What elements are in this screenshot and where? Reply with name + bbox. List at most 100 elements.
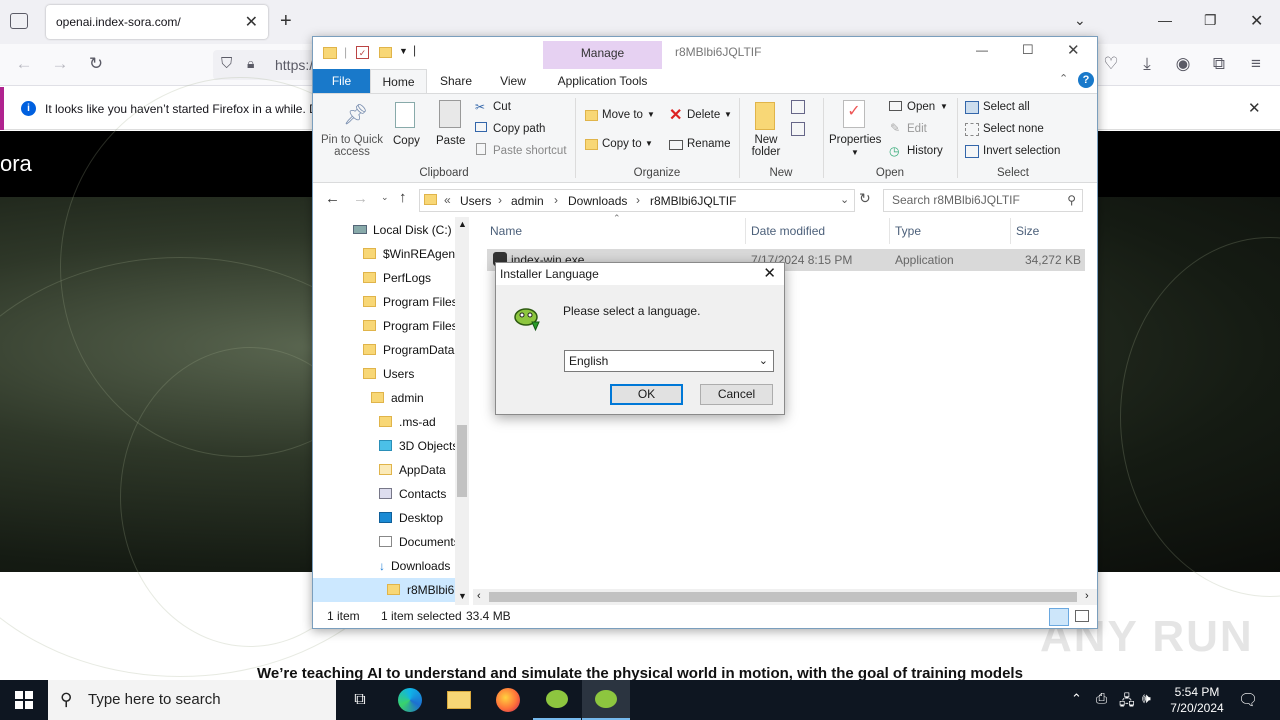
paste-button[interactable]: Paste <box>436 135 465 147</box>
history-button[interactable]: History <box>907 145 943 157</box>
column-type[interactable]: Type <box>895 224 921 238</box>
browser-tab[interactable]: openai.index-sora.com/ ✕ <box>46 5 268 39</box>
installer-dialog-taskbar-icon[interactable] <box>582 680 630 720</box>
shield-icon[interactable]: ⛉ <box>221 55 232 72</box>
cancel-button[interactable]: Cancel <box>700 384 773 405</box>
copy-button[interactable]: Copy <box>393 135 420 147</box>
nav-item-contacts[interactable]: Contacts <box>379 482 457 506</box>
restore-browser-icon[interactable]: ❐ <box>1204 12 1217 29</box>
nav-item-ms-ad[interactable]: .ms-ad <box>379 410 457 434</box>
overflow-icon[interactable]: « <box>444 193 451 207</box>
properties-button[interactable]: Properties <box>829 134 881 146</box>
new-item-icon[interactable] <box>791 100 805 114</box>
delete-button[interactable]: Delete <box>687 109 720 121</box>
extensions-icon[interactable]: ⧉ <box>1208 54 1230 74</box>
search-input[interactable]: Search r8MBlbi6JQLTIF ⚲ <box>883 189 1083 212</box>
column-divider[interactable] <box>745 218 746 244</box>
properties-qat-icon[interactable]: ✓ <box>356 46 369 59</box>
select-none-button[interactable]: Select none <box>983 123 1044 135</box>
breadcrumb-users[interactable]: Users <box>460 194 491 208</box>
account-icon[interactable]: ◉ <box>1172 54 1194 74</box>
nav-item-program-files[interactable]: Program Files <box>363 290 457 314</box>
column-date[interactable]: Date modified <box>751 224 825 238</box>
new-tab-button[interactable]: + <box>280 10 292 33</box>
back-icon[interactable]: ← <box>325 190 340 207</box>
h-scroll-thumb[interactable] <box>489 592 1077 602</box>
rename-button[interactable]: Rename <box>687 138 730 150</box>
nav-scrollbar[interactable]: ▲ ▼ <box>455 217 469 605</box>
collapse-ribbon-icon[interactable]: ⌃ <box>1059 72 1068 85</box>
new-folder-button[interactable]: New folder <box>749 134 783 158</box>
search-icon[interactable]: ⚲ <box>1067 190 1076 211</box>
volume-icon[interactable]: 🕪 <box>1142 690 1151 707</box>
minimize-icon[interactable]: — <box>976 43 988 57</box>
lock-icon[interactable]: 🔒︎ <box>247 55 254 72</box>
nav-item-documents[interactable]: Documents <box>379 530 457 554</box>
move-to-button[interactable]: Move to <box>602 109 643 121</box>
maximize-icon[interactable]: ☐ <box>1022 42 1034 58</box>
downloads-icon[interactable]: ⤓ <box>1136 54 1158 74</box>
nav-item-desktop[interactable]: Desktop <box>379 506 457 530</box>
close-icon[interactable]: ✕ <box>1067 41 1080 59</box>
nav-item-downloads[interactable]: ↓ Downloads <box>379 554 457 578</box>
tab-list-icon[interactable] <box>10 13 28 29</box>
menu-icon[interactable]: ≡ <box>1245 54 1267 74</box>
installer-taskbar-icon[interactable] <box>533 680 581 720</box>
file-explorer-icon[interactable] <box>435 680 483 720</box>
qat-dropdown-icon[interactable]: ▼ <box>399 46 408 56</box>
nav-item-perflogs[interactable]: PerfLogs <box>363 266 457 290</box>
network-icon[interactable]: 🖧 <box>1119 690 1135 714</box>
column-divider[interactable] <box>889 218 890 244</box>
open-dropdown-icon[interactable]: ▼ <box>940 102 948 111</box>
device-icon[interactable]: ⎙ <box>1096 690 1107 707</box>
open-button[interactable]: Open <box>907 101 935 113</box>
nav-item-appdata[interactable]: AppData <box>379 458 457 482</box>
start-button[interactable] <box>0 680 48 720</box>
breadcrumb-admin[interactable]: admin <box>511 194 544 208</box>
reload-icon[interactable]: ↻ <box>85 54 107 74</box>
notifications-icon[interactable]: 🗨 <box>1238 690 1258 710</box>
breadcrumb-downloads[interactable]: Downloads <box>568 194 627 208</box>
scroll-left-icon[interactable]: ‹ <box>477 590 481 602</box>
paste-shortcut-button[interactable]: Paste shortcut <box>493 145 567 157</box>
close-notification-icon[interactable]: ✕ <box>1248 99 1261 117</box>
chevron-right-icon[interactable]: › <box>636 193 640 207</box>
scroll-down-icon[interactable]: ▼ <box>458 591 467 601</box>
address-bar[interactable]: « Users › admin › Downloads › r8MBlbi6JQ… <box>419 189 855 212</box>
cut-button[interactable]: Cut <box>493 101 511 113</box>
tab-file[interactable]: File <box>313 69 370 93</box>
move-to-dropdown-icon[interactable]: ▼ <box>647 110 655 119</box>
copy-to-dropdown-icon[interactable]: ▼ <box>645 139 653 148</box>
nav-item-winreagent[interactable]: $WinREAgent <box>363 242 457 266</box>
nav-item-admin[interactable]: admin <box>371 386 457 410</box>
show-hidden-icons-icon[interactable]: ⌃ <box>1071 691 1082 707</box>
horizontal-scrollbar[interactable]: ‹ › <box>473 589 1097 605</box>
tab-home[interactable]: Home <box>370 69 427 93</box>
column-size[interactable]: Size <box>1016 224 1039 238</box>
help-icon[interactable]: ? <box>1078 72 1094 88</box>
tab-view[interactable]: View <box>485 69 541 93</box>
tab-application-tools[interactable]: Application Tools <box>543 69 662 93</box>
nav-item-3d-objects[interactable]: 3D Objects <box>379 434 457 458</box>
pocket-icon[interactable]: ♡ <box>1100 54 1122 74</box>
new-folder-qat-icon[interactable] <box>379 47 392 58</box>
task-view-icon[interactable]: ⧉ <box>336 680 384 720</box>
scroll-up-icon[interactable]: ▲ <box>458 219 467 229</box>
language-select[interactable]: English ⌄ <box>564 350 774 372</box>
ok-button[interactable]: OK <box>610 384 683 405</box>
address-dropdown-icon[interactable]: ⌄ <box>840 193 849 206</box>
select-all-button[interactable]: Select all <box>983 101 1030 113</box>
taskbar-search[interactable]: ⚲ Type here to search <box>48 680 336 720</box>
edge-icon[interactable] <box>386 680 434 720</box>
minimize-browser-icon[interactable]: — <box>1158 12 1172 28</box>
forward-icon[interactable]: → <box>49 54 71 74</box>
clock[interactable]: 5:54 PM 7/20/2024 <box>1164 684 1230 716</box>
scroll-right-icon[interactable]: › <box>1085 590 1089 602</box>
nav-item-program-files-x86[interactable]: Program Files <box>363 314 457 338</box>
nav-item-local-disk[interactable]: Local Disk (C:) <box>353 218 457 242</box>
scroll-thumb[interactable] <box>457 425 467 497</box>
list-all-tabs-icon[interactable]: ⌄ <box>1074 12 1086 29</box>
url-bar[interactable]: ⛉ 🔒︎ https:/ <box>213 50 323 80</box>
copy-to-button[interactable]: Copy to <box>602 138 642 150</box>
large-icons-view-icon[interactable] <box>1075 610 1089 622</box>
